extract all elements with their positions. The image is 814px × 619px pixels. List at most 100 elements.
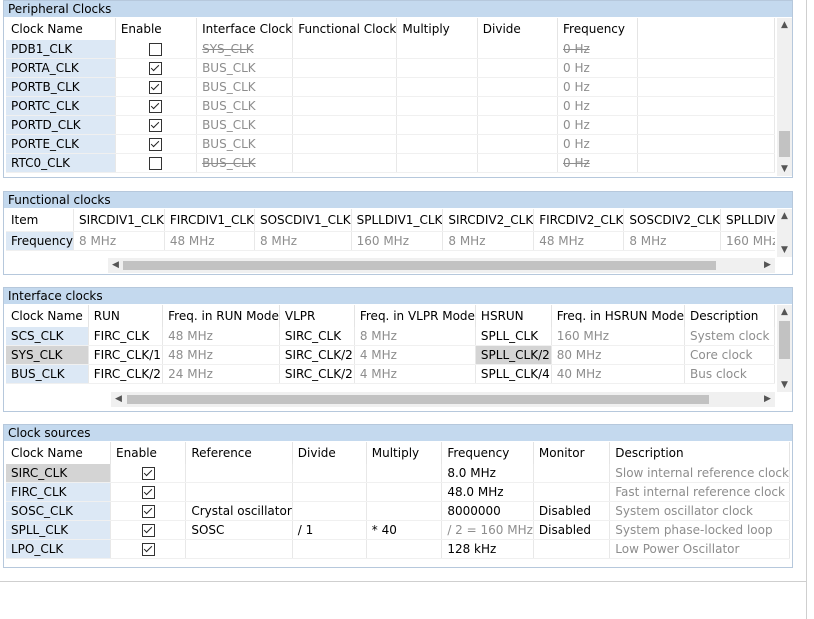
enable-cell[interactable] [110, 482, 187, 502]
table-row[interactable]: SYS_CLK FIRC_CLK/1 48 MHz SIRC_CLK/2 4 MHz SP… [6, 345, 775, 365]
header-vlpr[interactable]: VLPR [279, 305, 355, 327]
interface-clock-cell[interactable]: BUS_CLK [196, 115, 294, 135]
interface-clock-cell[interactable]: BUS_CLK [196, 96, 294, 116]
monitor-cell[interactable] [533, 482, 611, 502]
interface-horizontal-scrollbar[interactable]: ◀ ▶ [111, 392, 775, 407]
enable-checkbox[interactable] [149, 43, 163, 56]
divide-cell[interactable] [477, 134, 559, 154]
header-enable[interactable]: Enable [110, 442, 187, 464]
reference-cell[interactable] [185, 539, 293, 559]
table-row[interactable]: PORTC_CLK BUS_CLK 0 Hz [6, 96, 775, 116]
enable-checkbox[interactable] [141, 505, 155, 518]
table-row[interactable]: FIRC_CLK 48.0 MHz Fast internal reference … [6, 482, 790, 502]
reference-cell[interactable] [185, 464, 293, 483]
enable-cell[interactable] [115, 58, 198, 78]
divide-cell[interactable] [477, 77, 559, 97]
reference-cell[interactable]: Crystal oscillator [185, 501, 293, 521]
divide-cell[interactable] [292, 501, 367, 521]
enable-checkbox[interactable] [149, 81, 163, 94]
functional-clock-name[interactable]: FIRCDIV2_CLK [533, 209, 625, 232]
header-multiply[interactable]: Multiply [366, 442, 443, 464]
run-cell[interactable]: FIRC_CLK/1 [88, 345, 164, 365]
functional-clock-name[interactable]: SIRCDIV2_CLK [442, 209, 535, 232]
enable-cell[interactable] [115, 77, 198, 97]
scroll-down-icon[interactable]: ▼ [777, 378, 792, 392]
table-row[interactable]: PORTB_CLK BUS_CLK 0 Hz [6, 77, 775, 97]
table-row[interactable]: SCS_CLK FIRC_CLK 48 MHz SIRC_CLK 8 MHz SPLL_C… [6, 327, 775, 346]
functional-clock-cell[interactable] [292, 58, 398, 78]
table-row[interactable]: SOSC_CLK Crystal oscillator 8000000 Disable… [6, 501, 790, 521]
scroll-right-icon[interactable]: ▶ [760, 392, 775, 407]
peripheral-vertical-scrollbar[interactable]: ▲ ▼ [777, 18, 792, 176]
functional-clock-cell[interactable] [292, 134, 398, 154]
header-functional-clock[interactable]: Functional Clock [292, 18, 398, 40]
header-freq-hsrun[interactable]: Freq. in HSRUN Mode [551, 305, 686, 327]
scroll-right-icon[interactable]: ▶ [760, 258, 775, 273]
enable-checkbox[interactable] [149, 119, 163, 132]
clock-name-cell[interactable]: LPO_CLK [6, 539, 112, 559]
clock-name-cell[interactable]: SYS_CLK [6, 345, 89, 365]
table-row[interactable]: SPLL_CLK SOSC/ 1 * 40/ 2 = 160 MHz Disabled… [6, 520, 790, 540]
clock-name-cell[interactable]: SOSC_CLK [6, 501, 112, 521]
table-row[interactable]: LPO_CLK 128 kHz Low Power Oscillator [6, 539, 790, 559]
functional-clock-name[interactable]: SOSCDIV1_CLK [254, 209, 352, 232]
run-cell[interactable]: FIRC_CLK/2 [88, 364, 164, 384]
functional-clock-cell[interactable] [292, 77, 398, 97]
enable-checkbox[interactable] [149, 100, 163, 113]
divide-cell[interactable] [477, 96, 559, 116]
functional-clock-cell[interactable] [292, 115, 398, 135]
multiply-cell[interactable] [366, 539, 443, 559]
header-freq-vlpr[interactable]: Freq. in VLPR Mode [354, 305, 476, 327]
clock-name-cell[interactable]: PORTA_CLK [6, 58, 116, 78]
clock-name-cell[interactable]: FIRC_CLK [6, 482, 112, 502]
hsrun-cell[interactable]: SPLL_CLK/2 [475, 345, 552, 365]
clock-name-cell[interactable]: SPLL_CLK [6, 520, 112, 540]
divide-cell[interactable] [477, 58, 559, 78]
header-run[interactable]: RUN [88, 305, 164, 327]
divide-cell[interactable] [292, 539, 367, 559]
enable-cell[interactable] [110, 520, 187, 540]
vlpr-cell[interactable]: SIRC_CLK [279, 327, 355, 346]
table-row[interactable]: SIRC_CLK 8.0 MHz Slow internal reference c… [6, 464, 790, 483]
multiply-cell[interactable] [396, 96, 478, 116]
functional-clock-name[interactable]: SOSCDIV2_CLK [623, 209, 721, 232]
scrollbar-thumb[interactable] [123, 261, 716, 270]
functional-clock-cell[interactable] [292, 153, 398, 173]
divide-cell[interactable] [292, 464, 367, 483]
header-description[interactable]: Description [609, 442, 790, 464]
table-row[interactable]: PORTE_CLK BUS_CLK 0 Hz [6, 134, 775, 154]
divide-cell[interactable] [477, 153, 559, 173]
monitor-cell[interactable] [533, 464, 611, 483]
scrollbar-thumb[interactable] [779, 131, 790, 157]
frequency-cell[interactable]: / 2 = 160 MHz [441, 520, 534, 540]
functional-horizontal-scrollbar[interactable]: ◀ ▶ [108, 258, 775, 273]
multiply-cell[interactable] [396, 40, 478, 59]
header-divide[interactable]: Divide [477, 18, 559, 40]
enable-cell[interactable] [115, 153, 198, 173]
multiply-cell[interactable] [366, 482, 443, 502]
enable-checkbox[interactable] [149, 138, 163, 151]
scrollbar-thumb[interactable] [779, 321, 790, 359]
enable-cell[interactable] [110, 501, 187, 521]
clock-name-cell[interactable]: PORTE_CLK [6, 134, 116, 154]
interface-vertical-scrollbar[interactable]: ▲ ▼ [777, 305, 792, 392]
multiply-cell[interactable] [366, 501, 443, 521]
interface-clock-cell[interactable]: BUS_CLK [196, 134, 294, 154]
enable-checkbox[interactable] [141, 543, 155, 556]
hsrun-cell[interactable]: SPLL_CLK/4 [475, 364, 552, 384]
enable-cell[interactable] [115, 115, 198, 135]
scroll-down-icon[interactable]: ▼ [777, 162, 792, 176]
enable-checkbox[interactable] [141, 467, 155, 480]
multiply-cell[interactable]: * 40 [366, 520, 443, 540]
enable-checkbox[interactable] [141, 486, 155, 499]
scrollbar-thumb[interactable] [127, 395, 709, 404]
enable-cell[interactable] [110, 464, 187, 483]
header-freq-run[interactable]: Freq. in RUN Mode [162, 305, 280, 327]
functional-clock-name[interactable]: SPLLDIV2_CLK [720, 209, 775, 232]
scroll-up-icon[interactable]: ▲ [777, 209, 792, 223]
functional-clock-cell[interactable] [292, 96, 398, 116]
monitor-cell[interactable] [533, 539, 611, 559]
header-frequency[interactable]: Frequency [557, 18, 638, 40]
enable-cell[interactable] [110, 539, 187, 559]
scroll-left-icon[interactable]: ◀ [108, 258, 123, 273]
